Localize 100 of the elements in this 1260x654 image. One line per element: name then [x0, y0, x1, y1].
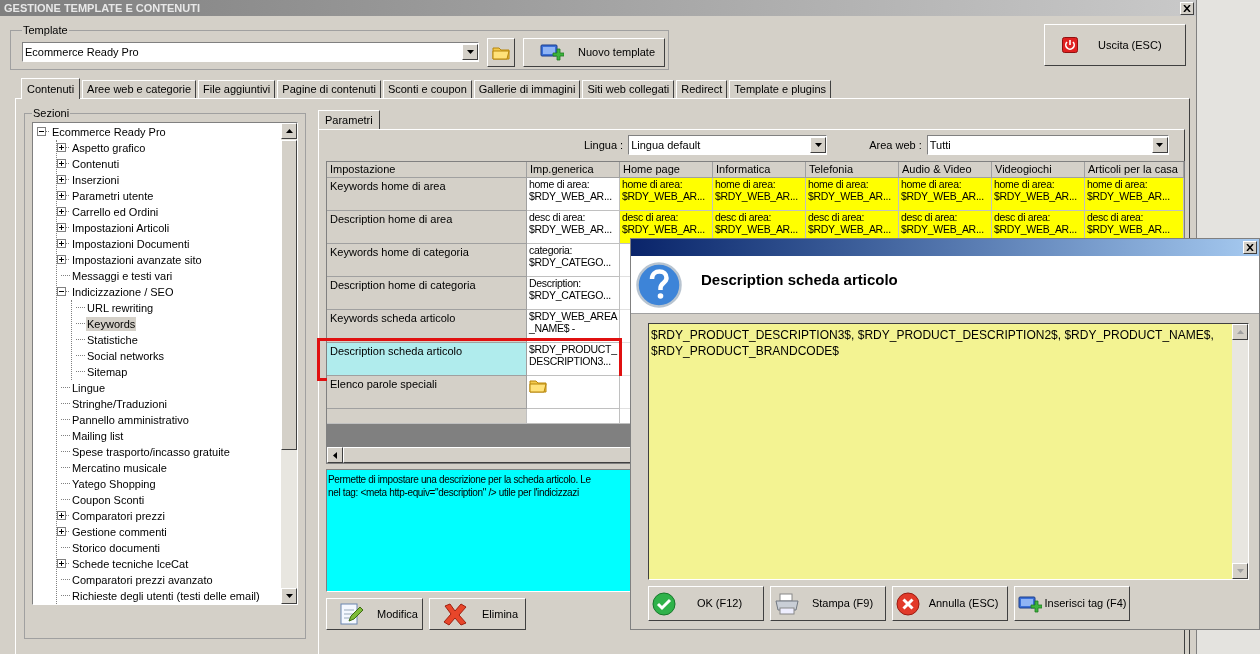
- tab[interactable]: Pagine di contenuti: [277, 80, 381, 98]
- print-button[interactable]: Stampa (F9): [770, 586, 886, 621]
- table-cell[interactable]: desc di area: $RDY_WEB_AR...: [527, 211, 620, 244]
- dropdown-value: Tutti: [928, 137, 952, 153]
- tree-item[interactable]: Aspetto grafico: [71, 140, 147, 155]
- tree-item[interactable]: Schede tecniche IceCat: [71, 556, 190, 571]
- expand-icon[interactable]: [57, 159, 70, 168]
- dropdown-arrow-icon: [814, 143, 822, 147]
- table-cell[interactable]: Elenco parole speciali: [327, 376, 527, 409]
- table-cell[interactable]: Description home di area: [327, 211, 527, 244]
- tree-item[interactable]: Statistiche: [86, 332, 139, 347]
- tree-item[interactable]: Impostazioni Documenti: [71, 236, 191, 251]
- tab[interactable]: Siti web collegati: [582, 80, 675, 98]
- text-area[interactable]: $RDY_PRODUCT_DESCRIPTION3$, $RDY_PRODUCT_DESCRIPTION2$, $RDY_PRODUCT_NAME$, $RDY_PRODUCT_BRANDCODE$: [648, 323, 1249, 580]
- tree-item[interactable]: Coupon Sconti: [71, 492, 146, 507]
- tree-item[interactable]: Contenuti: [71, 156, 121, 171]
- tree-item[interactable]: Yatego Shopping: [71, 476, 157, 491]
- tree-item[interactable]: Gestione commenti: [71, 524, 168, 539]
- collapse-icon[interactable]: [57, 287, 70, 296]
- cancel-button[interactable]: Annulla (ESC): [892, 586, 1008, 621]
- tab[interactable]: Redirect: [676, 80, 728, 98]
- tab[interactable]: Aree web e categorie: [82, 80, 197, 98]
- close-button[interactable]: [1180, 1, 1194, 15]
- tree-item[interactable]: Storico documenti: [71, 540, 162, 555]
- new-template-button[interactable]: Nuovo template: [523, 37, 665, 67]
- table-cell[interactable]: home di area: $RDY_WEB_AR...: [1085, 178, 1184, 211]
- tab[interactable]: Sconti e coupon: [382, 80, 472, 98]
- open-folder-button[interactable]: [487, 37, 515, 67]
- tree-item[interactable]: Impostazioni avanzate sito: [71, 252, 203, 267]
- scroll-up-icon: [1236, 330, 1244, 334]
- tree-item[interactable]: Comparatori prezzi avanzato: [71, 572, 214, 587]
- tree-item[interactable]: Lingue: [71, 380, 107, 395]
- table-cell[interactable]: home di area: $RDY_WEB_AR...: [806, 178, 899, 211]
- close-button[interactable]: [1243, 241, 1257, 254]
- table-cell[interactable]: Description: $RDY_CATEGO...: [527, 277, 620, 310]
- tree-item[interactable]: Pannello amministrativo: [71, 412, 190, 427]
- insert-tag-button[interactable]: Inserisci tag (F4): [1014, 586, 1130, 621]
- tab[interactable]: File aggiuntivi: [198, 80, 276, 98]
- expand-icon[interactable]: [57, 223, 70, 232]
- tree-item[interactable]: Social networks: [86, 348, 166, 363]
- dropdown[interactable]: Lingua default: [628, 135, 828, 155]
- expand-icon[interactable]: [57, 239, 70, 248]
- expand-icon[interactable]: [57, 511, 70, 520]
- window-title: GESTIONE TEMPLATE E CONTENUTI: [4, 0, 200, 16]
- tree-item[interactable]: Carrello ed Ordini: [71, 204, 160, 219]
- tree-item[interactable]: Inserzioni: [71, 172, 121, 187]
- tree-item[interactable]: Spese trasporto/incasso gratuite: [71, 444, 231, 459]
- delete-x-icon: [442, 602, 468, 626]
- table-cell[interactable]: Description scheda articolo: [327, 343, 527, 376]
- table-cell[interactable]: categoria: $RDY_CATEGO...: [527, 244, 620, 277]
- tree-item[interactable]: Ecommerce Ready Pro: [51, 124, 167, 139]
- tree-item[interactable]: Comparatori prezzi: [71, 508, 166, 523]
- table-cell[interactable]: home di area: $RDY_WEB_AR...: [899, 178, 992, 211]
- tree-item[interactable]: Indicizzazione / SEO: [71, 284, 175, 299]
- table-cell[interactable]: home di area: $RDY_WEB_AR...: [527, 178, 620, 211]
- table-cell[interactable]: home di area: $RDY_WEB_AR...: [620, 178, 713, 211]
- expand-icon[interactable]: [57, 255, 70, 264]
- dialog-title: Description scheda articolo: [701, 270, 898, 290]
- edit-button[interactable]: Modifica: [326, 598, 423, 630]
- folder-icon: [492, 44, 510, 61]
- tree-item[interactable]: Mercatino musicale: [71, 460, 168, 475]
- group-label: Sezioni: [32, 106, 71, 121]
- scrollbar-thumb[interactable]: [281, 139, 297, 450]
- tree-item[interactable]: URL rewriting: [86, 300, 155, 315]
- monitor-plus-icon: [1018, 593, 1042, 614]
- tree-item[interactable]: Impostazioni Articoli: [71, 220, 171, 235]
- tree-item[interactable]: Richieste degli utenti (testi delle email): [71, 588, 261, 603]
- tree-item[interactable]: Messaggi e testi vari: [71, 268, 174, 283]
- expand-icon[interactable]: [57, 143, 70, 152]
- expand-icon[interactable]: [57, 559, 70, 568]
- tree-item[interactable]: Mailing list: [71, 428, 125, 443]
- tab[interactable]: Gallerie di immagini: [473, 80, 581, 98]
- expand-icon[interactable]: [57, 191, 70, 200]
- tree-item[interactable]: Sitemap: [86, 364, 129, 379]
- tab[interactable]: Template e plugins: [729, 80, 831, 98]
- table-cell[interactable]: Description home di categoria: [327, 277, 527, 310]
- dropdown[interactable]: Ecommerce Ready Pro: [22, 42, 479, 63]
- scrollbar[interactable]: [1232, 324, 1248, 579]
- expand-icon[interactable]: [57, 527, 70, 536]
- dropdown-arrow-icon: [466, 50, 474, 55]
- tab[interactable]: Parametri: [318, 110, 380, 129]
- tree-item[interactable]: Parametri utente: [71, 188, 155, 203]
- tree-item[interactable]: Keywords: [86, 316, 137, 331]
- tree-item[interactable]: Stringhe/Traduzioni: [71, 396, 168, 411]
- collapse-icon[interactable]: [37, 127, 50, 136]
- table-cell[interactable]: home di area: $RDY_WEB_AR...: [713, 178, 806, 211]
- table-cell[interactable]: home di area: $RDY_WEB_AR...: [992, 178, 1085, 211]
- printer-icon: [774, 592, 800, 615]
- table-cell[interactable]: $RDY_PRODUCT_ DESCRIPTION3...: [527, 343, 620, 376]
- notepad-pencil-icon: [339, 602, 363, 626]
- expand-icon[interactable]: [57, 207, 70, 216]
- exit-button[interactable]: Uscita (ESC): [1044, 24, 1186, 66]
- table-cell[interactable]: Keywords home di categoria: [327, 244, 527, 277]
- dropdown[interactable]: Tutti: [926, 135, 1169, 155]
- tab[interactable]: Contenuti: [21, 78, 81, 99]
- ok-button[interactable]: OK (F12): [648, 586, 764, 621]
- scrollbar[interactable]: [281, 122, 297, 604]
- expand-icon[interactable]: [57, 175, 70, 184]
- delete-button[interactable]: Elimina: [429, 598, 526, 630]
- table-cell[interactable]: Keywords home di area: [327, 178, 527, 211]
